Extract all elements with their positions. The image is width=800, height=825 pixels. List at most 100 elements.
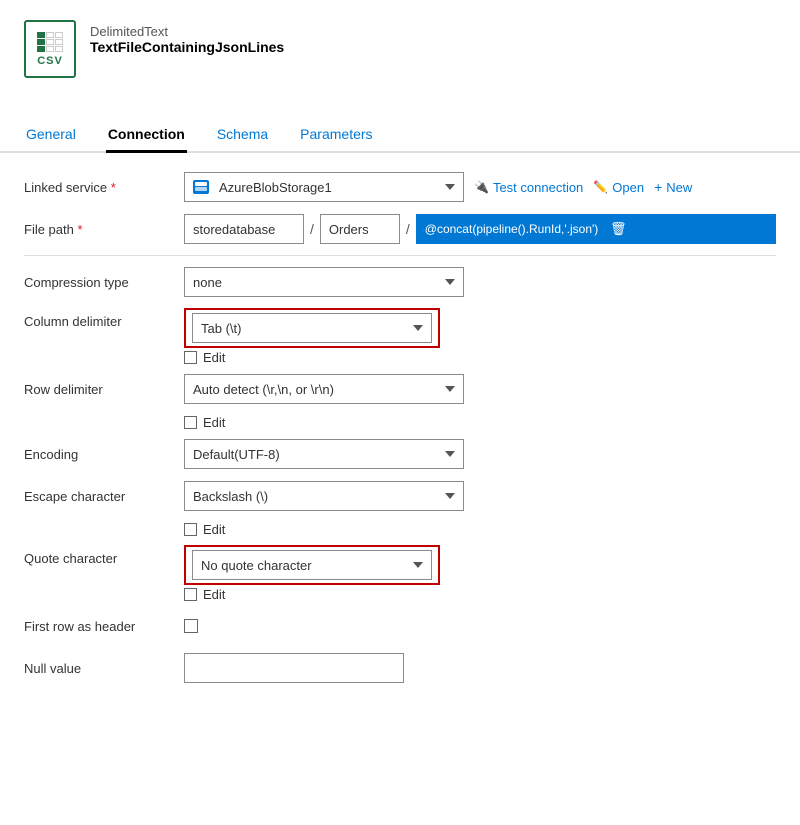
dataset-name-label: TextFileContainingJsonLines [90, 39, 284, 55]
required-star-filepath: * [78, 222, 83, 237]
file-path-label: File path * [24, 222, 184, 237]
row-delimiter-edit-label: Edit [203, 415, 225, 430]
icon-cell [55, 46, 63, 52]
null-value-control [184, 653, 776, 683]
compression-type-dropdown[interactable]: none [184, 267, 464, 297]
quote-character-dropdown[interactable]: No quote character [192, 550, 432, 580]
icon-cell [46, 46, 54, 52]
trash-icon: 🗑 [610, 221, 627, 237]
compression-type-control: none [184, 267, 776, 297]
quote-character-edit-checkbox[interactable] [184, 588, 197, 601]
file-path-controls: / / @concat(pipeline().RunId,'.json') 🗑 [184, 214, 776, 244]
icon-cell [55, 39, 63, 45]
tab-schema[interactable]: Schema [215, 118, 270, 153]
dropdown-arrow-compression-icon [445, 279, 455, 285]
column-delimiter-edit-checkbox[interactable] [184, 351, 197, 364]
row-delimiter-dropdown[interactable]: Auto detect (\r,\n, or \r\n) [184, 374, 464, 404]
null-value-label: Null value [24, 661, 184, 676]
escape-character-row: Escape character Backslash (\) [24, 480, 776, 512]
path-separator-1: / [304, 221, 320, 237]
plug-icon: 🔌 [474, 180, 489, 194]
escape-character-label: Escape character [24, 489, 184, 504]
escape-character-control: Backslash (\) [184, 481, 776, 511]
pencil-icon: ✏️ [593, 180, 608, 194]
escape-character-dropdown[interactable]: Backslash (\) [184, 481, 464, 511]
path-separator-2: / [400, 221, 416, 237]
quote-character-edit-label: Edit [203, 587, 225, 602]
compression-type-label: Compression type [24, 275, 184, 290]
row-delimiter-edit-row: Edit [24, 415, 776, 430]
icon-cell [46, 32, 54, 38]
linked-service-controls: AzureBlobStorage1 🔌 Test connection ✏️ O… [184, 172, 776, 202]
open-button[interactable]: ✏️ Open [593, 180, 644, 195]
tab-parameters[interactable]: Parameters [298, 118, 374, 153]
encoding-row: Encoding Default(UTF-8) [24, 438, 776, 470]
column-delimiter-dropdown[interactable]: Tab (\t) [192, 313, 432, 343]
escape-character-edit-checkbox[interactable] [184, 523, 197, 536]
column-delimiter-dropdown-row: Tab (\t) [192, 313, 432, 343]
required-star: * [111, 180, 116, 195]
encoding-control: Default(UTF-8) [184, 439, 776, 469]
divider-1 [24, 255, 776, 256]
icon-cell [37, 39, 45, 45]
row-delimiter-label: Row delimiter [24, 382, 184, 397]
csv-icon-grid [37, 32, 63, 52]
column-delimiter-edit-label: Edit [203, 350, 225, 365]
row-delimiter-control: Auto detect (\r,\n, or \r\n) [184, 374, 776, 404]
file-path-formula[interactable]: @concat(pipeline().RunId,'.json') 🗑 [416, 214, 776, 244]
encoding-label: Encoding [24, 447, 184, 462]
compression-type-row: Compression type none [24, 266, 776, 298]
null-value-row: Null value [24, 652, 776, 684]
quote-character-label: Quote character [24, 545, 184, 566]
csv-label: CSV [37, 55, 63, 67]
encoding-dropdown[interactable]: Default(UTF-8) [184, 439, 464, 469]
quote-character-edit-row: Edit [24, 587, 776, 602]
dropdown-arrow-escape-icon [445, 493, 455, 499]
dropdown-arrow-quote-icon [413, 562, 423, 568]
plus-icon: + [654, 179, 662, 195]
row-delimiter-edit-checkbox[interactable] [184, 416, 197, 429]
dropdown-arrow-icon [445, 184, 455, 190]
delete-formula-button[interactable]: 🗑 [606, 217, 630, 241]
tab-connection[interactable]: Connection [106, 118, 187, 153]
page-container: CSV DelimitedText TextFileContainingJson… [0, 0, 800, 825]
header: CSV DelimitedText TextFileContainingJson… [0, 0, 800, 78]
quote-character-section: Quote character No quote character [24, 545, 776, 585]
dropdown-arrow-row-icon [445, 386, 455, 392]
icon-cell [46, 39, 54, 45]
file-path-part2-input[interactable] [320, 214, 400, 244]
header-text: DelimitedText TextFileContainingJsonLine… [90, 20, 284, 55]
first-row-header-label: First row as header [24, 619, 184, 634]
first-row-header-row: First row as header [24, 610, 776, 642]
tabs-container: General Connection Schema Parameters [0, 118, 800, 153]
dropdown-arrow-column-icon [413, 325, 423, 331]
file-path-row: File path * / / @concat(pipeline().RunId… [24, 213, 776, 245]
form-area: Linked service * AzureBlobStorage1 🔌 Tes… [0, 153, 800, 684]
icon-cell [37, 32, 45, 38]
first-row-header-checkbox[interactable] [184, 619, 198, 633]
file-path-part1-input[interactable] [184, 214, 304, 244]
linked-service-label: Linked service * [24, 180, 184, 195]
storage-icon [193, 180, 209, 194]
type-label: DelimitedText [90, 24, 284, 39]
icon-cell [37, 46, 45, 52]
dropdown-arrow-encoding-icon [445, 451, 455, 457]
linked-service-row: Linked service * AzureBlobStorage1 🔌 Tes… [24, 171, 776, 203]
column-delimiter-section: Column delimiter Tab (\t) [24, 308, 776, 348]
column-delimiter-highlighted: Tab (\t) [184, 308, 440, 348]
csv-icon: CSV [24, 20, 76, 78]
column-delimiter-edit-row: Edit [24, 350, 776, 365]
tab-general[interactable]: General [24, 118, 78, 153]
escape-character-edit-label: Edit [203, 522, 225, 537]
escape-character-edit-row: Edit [24, 522, 776, 537]
column-delimiter-label: Column delimiter [24, 308, 184, 329]
new-button[interactable]: + New [654, 179, 692, 195]
linked-service-dropdown[interactable]: AzureBlobStorage1 [184, 172, 464, 202]
row-delimiter-row: Row delimiter Auto detect (\r,\n, or \r\… [24, 373, 776, 405]
test-connection-button[interactable]: 🔌 Test connection [474, 180, 583, 195]
first-row-header-control [184, 619, 776, 633]
null-value-input[interactable] [184, 653, 404, 683]
quote-character-dropdown-row: No quote character [192, 550, 432, 580]
quote-character-highlighted: No quote character [184, 545, 440, 585]
icon-cell [55, 32, 63, 38]
